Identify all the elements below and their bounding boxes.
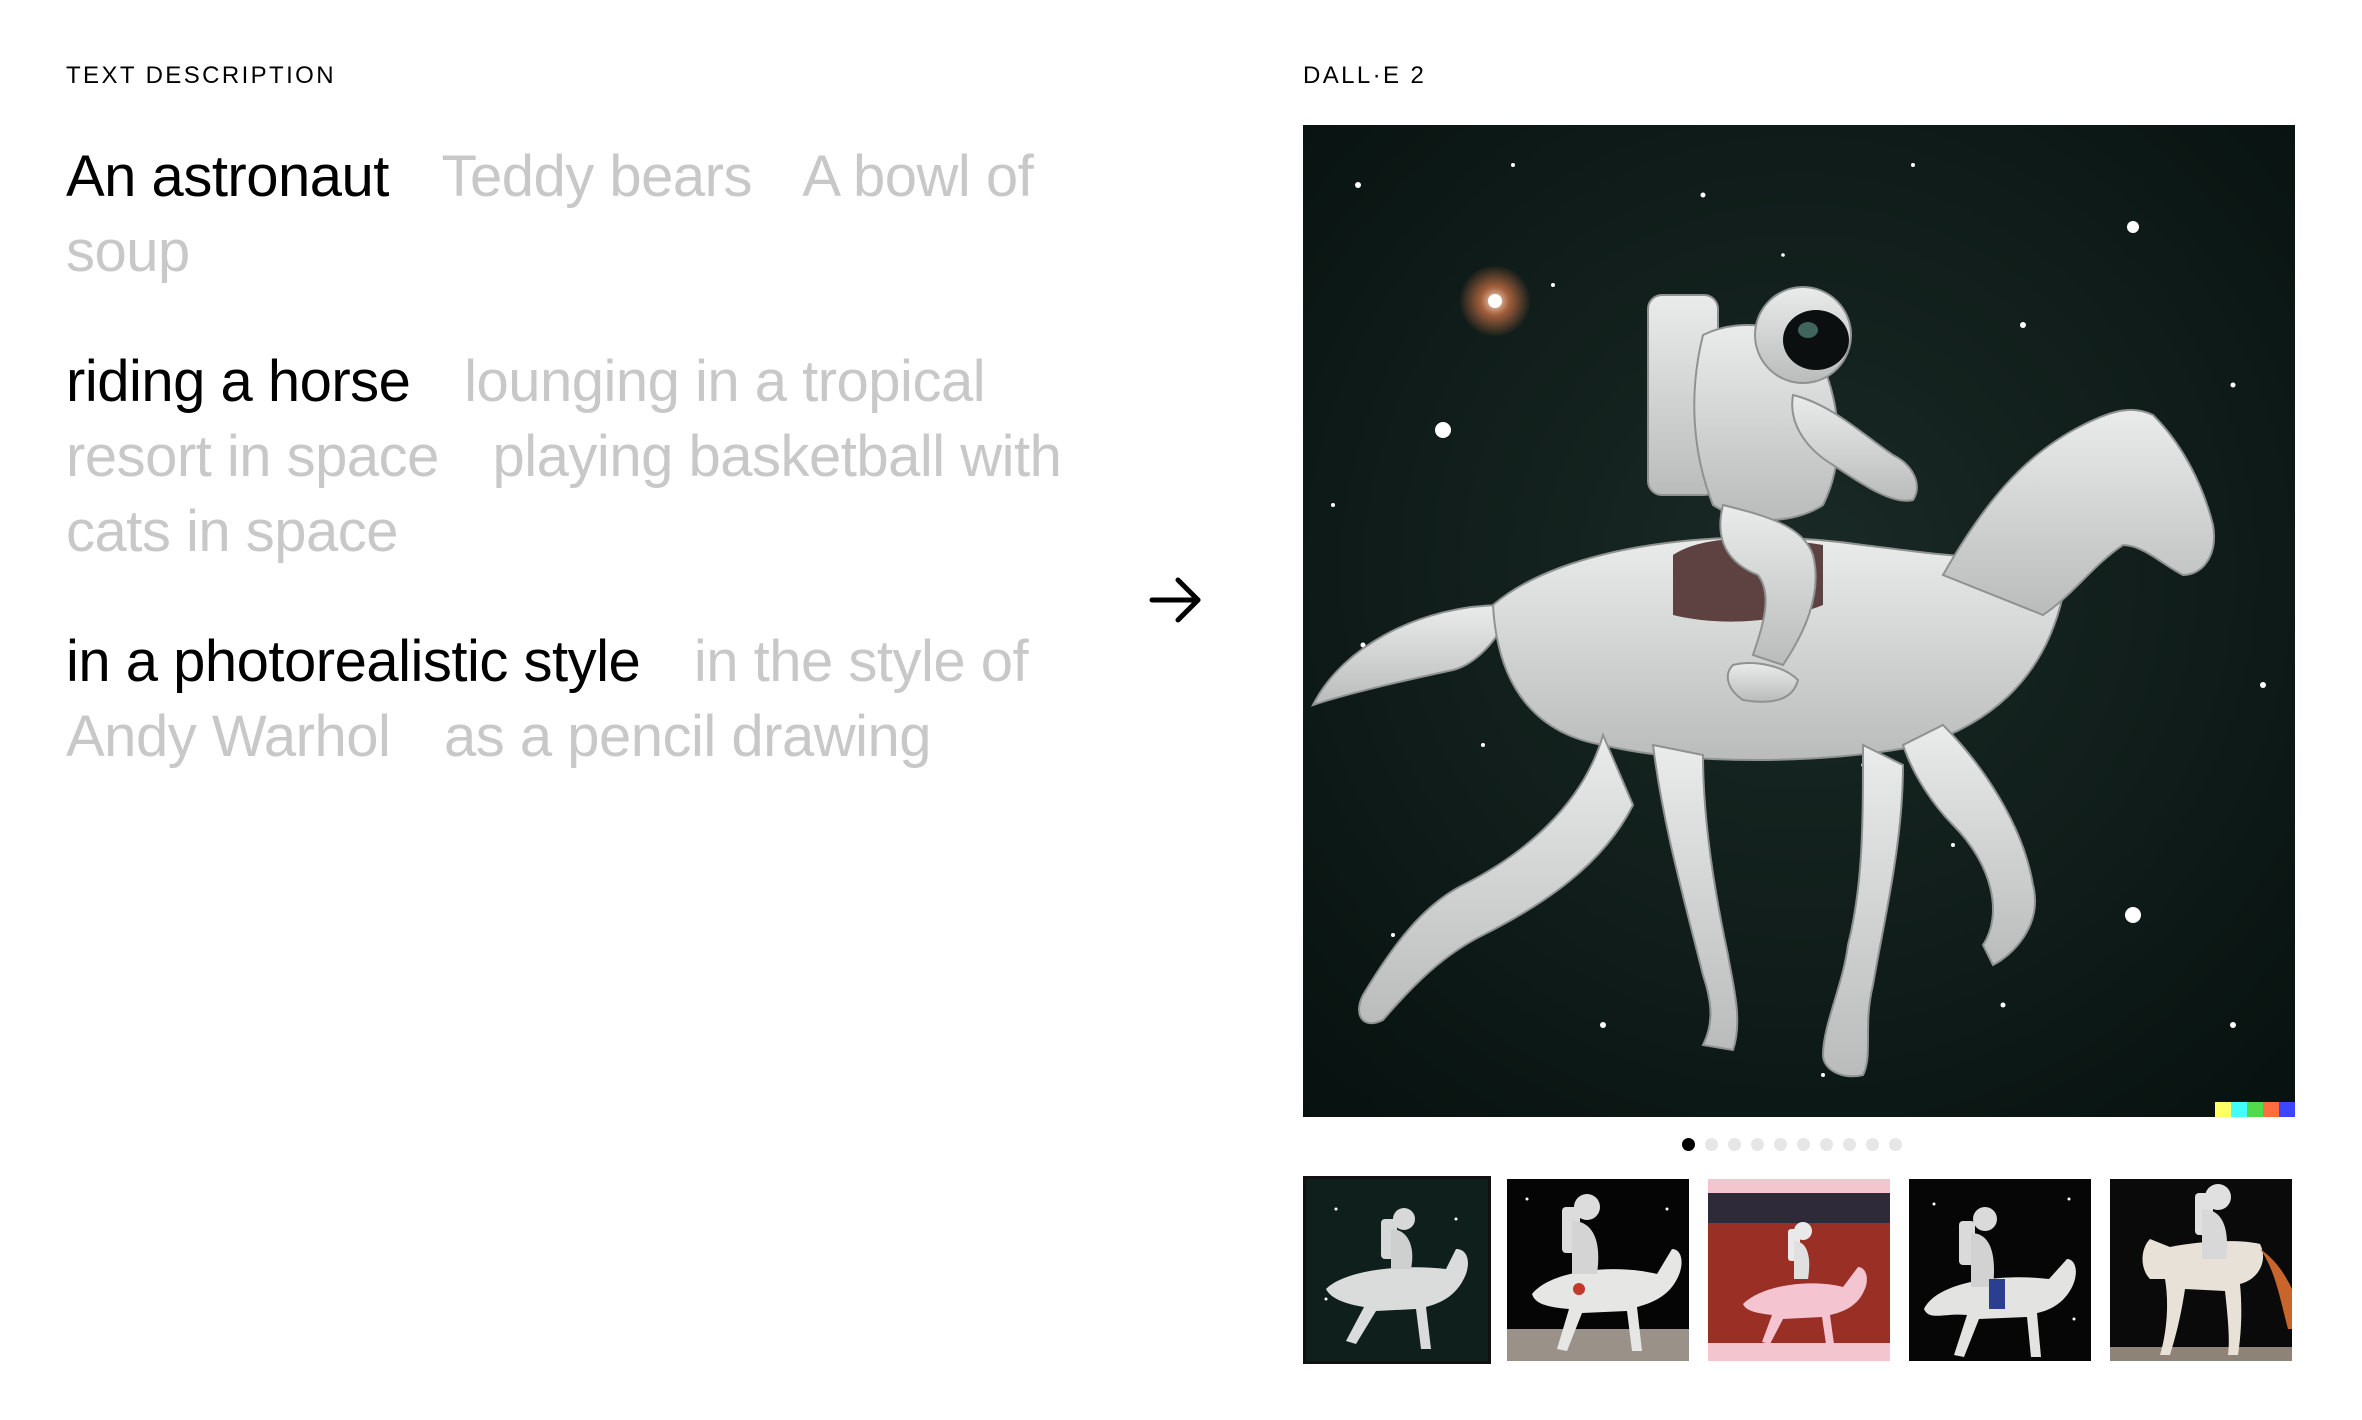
section-label-dalle: DALL·E 2 bbox=[1303, 62, 1427, 89]
section-label-text-description: TEXT DESCRIPTION bbox=[66, 62, 336, 89]
pagination-dot[interactable] bbox=[1682, 1137, 1695, 1151]
pagination-dot[interactable] bbox=[1843, 1137, 1856, 1151]
thumbnail-strip bbox=[1303, 1176, 2295, 1364]
thumbnail-2[interactable] bbox=[1504, 1176, 1692, 1364]
thumbnail-5[interactable] bbox=[2107, 1176, 2295, 1364]
prompt-group-action: riding a horse lounging in a tropical re… bbox=[66, 344, 1066, 569]
pagination-dot[interactable] bbox=[1728, 1137, 1741, 1151]
prompt-option[interactable]: An astronaut bbox=[66, 144, 389, 209]
dalle-output-panel: DALL·E 2 bbox=[1303, 58, 2295, 94]
prompt-option[interactable]: as a pencil drawing bbox=[444, 704, 932, 769]
thumbnail-4[interactable] bbox=[1906, 1176, 2094, 1364]
prompt-group-style: in a photorealistic style in the style o… bbox=[66, 624, 1066, 774]
page: TEXT DESCRIPTION An astronaut Teddy bear… bbox=[0, 0, 2362, 1420]
pagination-dot[interactable] bbox=[1751, 1137, 1764, 1151]
prompt-option[interactable]: riding a horse bbox=[66, 349, 411, 414]
prompt-option[interactable]: Teddy bears bbox=[441, 144, 752, 209]
pagination-dot[interactable] bbox=[1889, 1137, 1902, 1151]
prompt-option[interactable]: in a photorealistic style bbox=[66, 629, 641, 694]
text-description-panel: TEXT DESCRIPTION An astronaut Teddy bear… bbox=[66, 58, 1066, 774]
pagination-dots bbox=[1682, 1137, 1902, 1151]
prompt-group-subject: An astronaut Teddy bears A bowl of soup bbox=[66, 139, 1066, 289]
pagination-dot[interactable] bbox=[1705, 1137, 1718, 1151]
pagination-dot[interactable] bbox=[1820, 1137, 1833, 1151]
pagination-dot[interactable] bbox=[1866, 1137, 1879, 1151]
pagination-dot[interactable] bbox=[1797, 1137, 1810, 1151]
astronaut-on-horse-in-space-image bbox=[1303, 125, 2295, 1117]
arrow-right-icon bbox=[1148, 572, 1204, 628]
pagination-dot[interactable] bbox=[1774, 1137, 1787, 1151]
thumbnail-1[interactable] bbox=[1303, 1176, 1491, 1364]
thumbnail-3[interactable] bbox=[1705, 1176, 1893, 1364]
